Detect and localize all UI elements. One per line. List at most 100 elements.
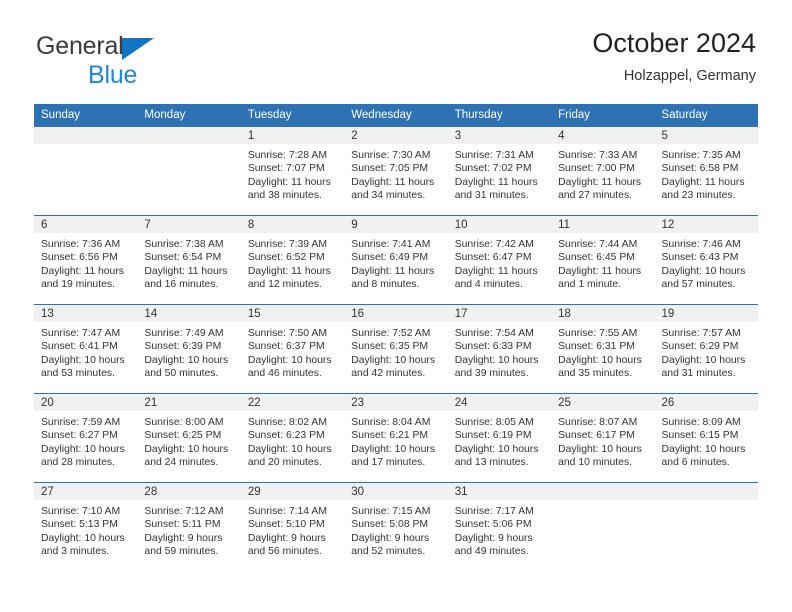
sunrise-time: Sunrise: 8:09 AM <box>661 417 741 428</box>
calendar-day-cell[interactable]: 29 Sunrise: 7:14 AM Sunset: 5:10 PM Dayligh… <box>240 482 345 571</box>
weekday-header-tuesday: Tuesday <box>240 104 345 127</box>
calendar-day-cell[interactable]: 15 Sunrise: 7:50 AM Sunset: 6:37 PM Dayligh… <box>240 304 345 394</box>
day-sun-info: Sunrise: 7:31 AM Sunset: 7:02 PM Daylight:… <box>448 144 551 203</box>
day-cell-content: 21 Sunrise: 8:00 AM Sunset: 6:25 PM Dayligh… <box>137 394 241 482</box>
daylight-duration-line1: Daylight: 10 hours <box>454 443 539 455</box>
calendar-day-cell[interactable]: 28 Sunrise: 7:12 AM Sunset: 5:11 PM Dayligh… <box>137 482 241 571</box>
day-sun-info: Sunrise: 7:44 AM Sunset: 6:45 PM Daylight:… <box>551 233 654 292</box>
sunset-time: Sunset: 7:00 PM <box>558 163 635 175</box>
daylight-duration-line2: and 16 minutes. <box>144 279 219 291</box>
daylight-duration-line2: and 1 minute. <box>558 279 622 291</box>
day-cell-content: 8 Sunrise: 7:39 AM Sunset: 6:52 PM Daylight… <box>240 216 345 304</box>
daylight-duration-line2: and 39 minutes. <box>454 368 529 380</box>
calendar-day-cell[interactable]: 7 Sunrise: 7:38 AM Sunset: 6:54 PM Daylight… <box>137 215 241 305</box>
calendar-day-cell[interactable]: 12 Sunrise: 7:46 AM Sunset: 6:43 PM Dayligh… <box>654 215 758 305</box>
day-cell-content: 15 Sunrise: 7:50 AM Sunset: 6:37 PM Dayligh… <box>240 305 345 393</box>
calendar-day-cell[interactable]: 13 Sunrise: 7:47 AM Sunset: 6:41 PM Dayligh… <box>34 304 138 394</box>
day-cell-content: 23 Sunrise: 8:04 AM Sunset: 6:21 PM Dayligh… <box>344 394 448 482</box>
sunset-time: Sunset: 5:10 PM <box>247 519 325 531</box>
calendar-day-cell[interactable]: 4 Sunrise: 7:33 AM Sunset: 7:00 PM Daylight… <box>551 127 655 216</box>
calendar-day-cell[interactable]: 5 Sunrise: 7:35 AM Sunset: 6:58 PM Daylight… <box>654 127 758 216</box>
daylight-duration-line2: and 13 minutes. <box>454 457 529 469</box>
daylight-duration-line2: and 17 minutes. <box>351 457 426 469</box>
day-sun-info: Sunrise: 8:07 AM Sunset: 6:17 PM Daylight:… <box>551 411 654 470</box>
calendar-day-cell[interactable]: 18 Sunrise: 7:55 AM Sunset: 6:31 PM Dayligh… <box>551 304 655 394</box>
day-sun-info: Sunrise: 7:10 AM Sunset: 5:13 PM Daylight:… <box>34 500 137 559</box>
sunrise-time: Sunrise: 7:41 AM <box>351 239 431 250</box>
calendar-day-cell[interactable]: 2 Sunrise: 7:30 AM Sunset: 7:05 PM Daylight… <box>344 127 448 216</box>
day-number: 28 <box>137 483 241 500</box>
day-sun-info: Sunrise: 7:54 AM Sunset: 6:33 PM Daylight:… <box>448 322 551 381</box>
calendar-day-cell[interactable]: 23 Sunrise: 8:04 AM Sunset: 6:21 PM Dayligh… <box>344 393 448 483</box>
calendar-day-cell[interactable]: 6 Sunrise: 7:36 AM Sunset: 6:56 PM Daylight… <box>34 215 138 305</box>
calendar-day-cell[interactable]: 21 Sunrise: 8:00 AM Sunset: 6:25 PM Dayligh… <box>137 393 241 483</box>
calendar-day-cell[interactable]: 8 Sunrise: 7:39 AM Sunset: 6:52 PM Daylight… <box>240 215 345 305</box>
daylight-duration-line1: Daylight: 10 hours <box>454 354 539 366</box>
day-sun-info: Sunrise: 7:38 AM Sunset: 6:54 PM Daylight:… <box>137 233 240 292</box>
calendar-day-cell[interactable]: 27 Sunrise: 7:10 AM Sunset: 5:13 PM Dayligh… <box>34 482 138 571</box>
calendar-week-row: 27 Sunrise: 7:10 AM Sunset: 5:13 PM Dayligh… <box>34 482 758 571</box>
day-cell-content: 28 Sunrise: 7:12 AM Sunset: 5:11 PM Dayligh… <box>137 483 241 571</box>
calendar-day-cell[interactable]: 11 Sunrise: 7:44 AM Sunset: 6:45 PM Dayligh… <box>551 215 655 305</box>
daylight-duration-line2: and 4 minutes. <box>454 279 523 291</box>
calendar-day-cell[interactable]: 17 Sunrise: 7:54 AM Sunset: 6:33 PM Dayligh… <box>447 304 552 394</box>
day-number: 2 <box>344 127 448 144</box>
daylight-duration-line2: and 3 minutes. <box>41 546 110 558</box>
brand-logo[interactable]: General Blue <box>36 34 154 88</box>
sunset-time: Sunset: 5:11 PM <box>144 519 221 531</box>
day-sun-info: Sunrise: 7:55 AM Sunset: 6:31 PM Daylight:… <box>551 322 654 381</box>
day-number: 31 <box>447 483 552 500</box>
day-cell-content: 7 Sunrise: 7:38 AM Sunset: 6:54 PM Daylight… <box>137 216 241 304</box>
sunrise-time: Sunrise: 7:10 AM <box>41 506 121 517</box>
calendar-day-cell[interactable]: 10 Sunrise: 7:42 AM Sunset: 6:47 PM Dayligh… <box>447 215 552 305</box>
day-sun-info: Sunrise: 8:04 AM Sunset: 6:21 PM Daylight:… <box>344 411 447 470</box>
weekday-header-thursday: Thursday <box>447 104 552 127</box>
daylight-duration-line1: Daylight: 10 hours <box>661 443 746 455</box>
daylight-duration-line2: and 31 minutes. <box>454 190 529 202</box>
sunrise-time: Sunrise: 7:28 AM <box>247 150 327 161</box>
sunset-time: Sunset: 6:52 PM <box>247 252 325 264</box>
day-cell-content: 17 Sunrise: 7:54 AM Sunset: 6:33 PM Dayligh… <box>447 305 552 393</box>
day-sun-info: Sunrise: 7:39 AM Sunset: 6:52 PM Daylight:… <box>241 233 344 292</box>
day-number: 17 <box>447 305 552 322</box>
day-number: 3 <box>447 127 552 144</box>
day-number: 12 <box>654 216 758 233</box>
daylight-duration-line2: and 31 minutes. <box>661 368 736 380</box>
daylight-duration-line1: Daylight: 10 hours <box>41 443 125 455</box>
calendar-day-cell[interactable]: 14 Sunrise: 7:49 AM Sunset: 6:39 PM Dayligh… <box>137 304 241 394</box>
day-sun-info: Sunrise: 7:47 AM Sunset: 6:41 PM Daylight:… <box>34 322 137 381</box>
day-cell-content: 3 Sunrise: 7:31 AM Sunset: 7:02 PM Daylight… <box>447 127 552 215</box>
sunrise-time: Sunrise: 7:47 AM <box>41 328 121 339</box>
daylight-duration-line1: Daylight: 10 hours <box>41 354 125 366</box>
daylight-duration-line1: Daylight: 10 hours <box>247 354 332 366</box>
day-cell-content: 6 Sunrise: 7:36 AM Sunset: 6:56 PM Daylight… <box>34 216 138 304</box>
calendar-day-cell[interactable]: 30 Sunrise: 7:15 AM Sunset: 5:08 PM Dayligh… <box>344 482 448 571</box>
calendar-day-cell[interactable]: 24 Sunrise: 8:05 AM Sunset: 6:19 PM Dayligh… <box>447 393 552 483</box>
calendar-day-cell[interactable]: 16 Sunrise: 7:52 AM Sunset: 6:35 PM Dayligh… <box>344 304 448 394</box>
calendar-day-cell[interactable]: 31 Sunrise: 7:17 AM Sunset: 5:06 PM Dayligh… <box>447 482 552 571</box>
sunrise-time: Sunrise: 7:38 AM <box>144 239 224 250</box>
calendar-day-cell-empty <box>34 127 138 216</box>
calendar-day-cell[interactable]: 26 Sunrise: 8:09 AM Sunset: 6:15 PM Dayligh… <box>654 393 758 483</box>
calendar-day-cell[interactable]: 3 Sunrise: 7:31 AM Sunset: 7:02 PM Daylight… <box>447 127 552 216</box>
calendar-body: 1 Sunrise: 7:28 AM Sunset: 7:07 PM Daylight… <box>34 127 758 571</box>
daylight-duration-line1: Daylight: 10 hours <box>351 443 436 455</box>
title-block: October 2024 Holzappel, Germany <box>592 28 756 84</box>
calendar-day-cell[interactable]: 9 Sunrise: 7:41 AM Sunset: 6:49 PM Daylight… <box>344 215 448 305</box>
calendar-day-cell[interactable]: 22 Sunrise: 8:02 AM Sunset: 6:23 PM Dayligh… <box>240 393 345 483</box>
sunset-time: Sunset: 6:56 PM <box>41 252 118 264</box>
day-sun-info: Sunrise: 7:35 AM Sunset: 6:58 PM Daylight:… <box>655 144 758 203</box>
daylight-duration-line1: Daylight: 9 hours <box>454 532 533 544</box>
brand-name-top: General <box>36 34 154 60</box>
calendar-day-cell[interactable]: 1 Sunrise: 7:28 AM Sunset: 7:07 PM Daylight… <box>240 127 345 216</box>
day-sun-info: Sunrise: 8:00 AM Sunset: 6:25 PM Daylight:… <box>137 411 240 470</box>
day-cell-content: 19 Sunrise: 7:57 AM Sunset: 6:29 PM Dayligh… <box>654 305 758 393</box>
calendar-day-cell[interactable]: 19 Sunrise: 7:57 AM Sunset: 6:29 PM Dayligh… <box>654 304 758 394</box>
calendar-day-cell[interactable]: 20 Sunrise: 7:59 AM Sunset: 6:27 PM Dayligh… <box>34 393 138 483</box>
day-sun-info: Sunrise: 7:49 AM Sunset: 6:39 PM Daylight:… <box>137 322 240 381</box>
day-cell-content <box>34 127 138 215</box>
weekday-header-monday: Monday <box>137 104 241 127</box>
weekday-header-sunday: Sunday <box>34 104 138 127</box>
calendar-day-cell[interactable]: 25 Sunrise: 8:07 AM Sunset: 6:17 PM Dayligh… <box>551 393 655 483</box>
day-cell-content: 12 Sunrise: 7:46 AM Sunset: 6:43 PM Dayligh… <box>654 216 758 304</box>
